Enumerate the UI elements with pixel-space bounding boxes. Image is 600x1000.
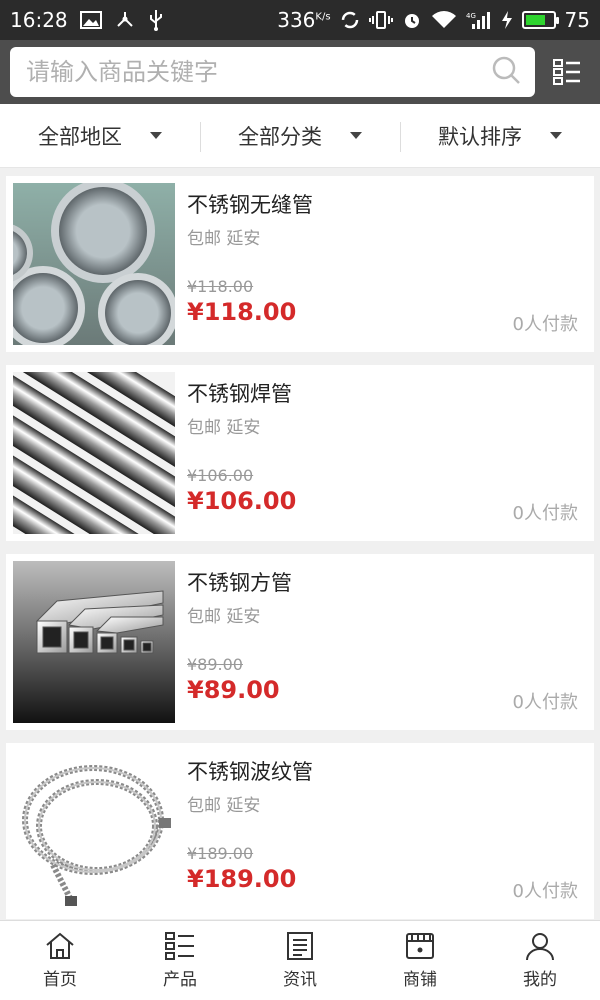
- location: 延安: [226, 796, 261, 816]
- search-header: [0, 40, 600, 104]
- shipping-tag: 包邮: [187, 418, 221, 438]
- paid-count: 0人付款: [512, 503, 578, 524]
- signal-4g-icon: 4G: [466, 10, 492, 30]
- product-image-square-tubes[interactable]: [13, 561, 175, 723]
- nav-home[interactable]: 首页: [0, 921, 120, 1000]
- caret-down-icon: [150, 132, 162, 139]
- filter-label: 默认排序: [438, 124, 522, 149]
- gallery-icon: [79, 11, 102, 29]
- original-price: ¥106.00: [187, 466, 254, 485]
- product-card[interactable]: 不锈钢无缝管 包邮 延安 ¥118.00 ¥118.00 0人付款: [6, 176, 594, 352]
- filter-label: 全部地区: [38, 124, 122, 149]
- filter-category[interactable]: 全部分类: [200, 104, 400, 167]
- search-icon[interactable]: [491, 55, 521, 89]
- original-price: ¥189.00: [187, 844, 254, 863]
- status-bar: 16:28 336K/s 4G 75: [0, 0, 600, 40]
- product-image-welded-pipes[interactable]: [13, 372, 175, 534]
- status-time: 16:28: [10, 8, 68, 32]
- user-icon: [526, 933, 554, 961]
- nav-mine[interactable]: 我的: [480, 921, 600, 1000]
- location: 延安: [226, 418, 261, 438]
- paid-count: 0人付款: [512, 314, 578, 335]
- product-image-round-pipes[interactable]: [13, 183, 175, 345]
- category-menu-button[interactable]: [542, 47, 592, 97]
- product-meta: 包邮 延安: [187, 602, 594, 627]
- battery-level: 75: [564, 8, 590, 32]
- battery-icon: [521, 11, 559, 29]
- search-box[interactable]: [10, 47, 535, 97]
- paid-count: 0人付款: [512, 692, 578, 713]
- home-icon: [46, 932, 74, 959]
- charging-icon: [501, 10, 513, 30]
- list-icon: [165, 932, 194, 960]
- store-icon: [406, 933, 434, 959]
- location: 延安: [226, 229, 261, 249]
- location: 延安: [226, 607, 261, 627]
- nav-label: 产品: [163, 970, 197, 990]
- product-meta: 包邮 延安: [187, 413, 594, 438]
- original-price: ¥89.00: [187, 655, 243, 674]
- alarm-icon: [402, 10, 422, 30]
- shipping-tag: 包邮: [187, 229, 221, 249]
- sync-icon: [340, 10, 360, 30]
- nav-products[interactable]: 产品: [120, 921, 240, 1000]
- vibrate-icon: [368, 10, 393, 30]
- product-title[interactable]: 不锈钢方管: [187, 568, 594, 598]
- product-card[interactable]: 不锈钢焊管 包邮 延安 ¥106.00 ¥106.00 0人付款: [6, 365, 594, 541]
- nav-news[interactable]: 资讯: [240, 921, 360, 1000]
- filter-region[interactable]: 全部地区: [0, 104, 200, 167]
- filter-bar: 全部地区 全部分类 默认排序: [0, 104, 600, 168]
- caret-down-icon: [550, 132, 562, 139]
- product-list: 不锈钢无缝管 包邮 延安 ¥118.00 ¥118.00 0人付款 不锈钢焊管 …: [0, 168, 600, 920]
- nav-label: 商铺: [403, 970, 437, 990]
- product-card[interactable]: 不锈钢方管 包邮 延安 ¥89.00 ¥89.00 0人付款: [6, 554, 594, 730]
- list-grid-icon: [553, 59, 580, 85]
- filter-label: 全部分类: [238, 124, 322, 149]
- shipping-tag: 包邮: [187, 796, 221, 816]
- product-meta: 包邮 延安: [187, 791, 594, 816]
- product-image-corrugated-hose[interactable]: [13, 750, 175, 912]
- news-icon: [287, 932, 313, 960]
- usb-icon: [148, 9, 164, 31]
- nav-label: 我的: [523, 970, 557, 990]
- net-speed: 336K/s: [277, 8, 331, 32]
- svg-text:4G: 4G: [466, 12, 476, 20]
- paid-count: 0人付款: [512, 881, 578, 902]
- network-share-icon: [114, 10, 136, 30]
- product-title[interactable]: 不锈钢波纹管: [187, 757, 594, 787]
- product-card[interactable]: 不锈钢波纹管 包邮 延安 ¥189.00 ¥189.00 0人付款: [6, 743, 594, 919]
- nav-store[interactable]: 商铺: [360, 921, 480, 1000]
- shipping-tag: 包邮: [187, 607, 221, 627]
- product-title[interactable]: 不锈钢无缝管: [187, 190, 594, 220]
- nav-label: 首页: [43, 970, 77, 990]
- wifi-icon: [431, 10, 457, 30]
- product-meta: 包邮 延安: [187, 224, 594, 249]
- original-price: ¥118.00: [187, 277, 254, 296]
- bottom-nav: 首页 产品 资讯 商铺 我的: [0, 920, 600, 1000]
- product-title[interactable]: 不锈钢焊管: [187, 379, 594, 409]
- search-input[interactable]: [26, 58, 491, 86]
- filter-sort[interactable]: 默认排序: [400, 104, 600, 167]
- caret-down-icon: [350, 132, 362, 139]
- nav-label: 资讯: [283, 970, 317, 990]
